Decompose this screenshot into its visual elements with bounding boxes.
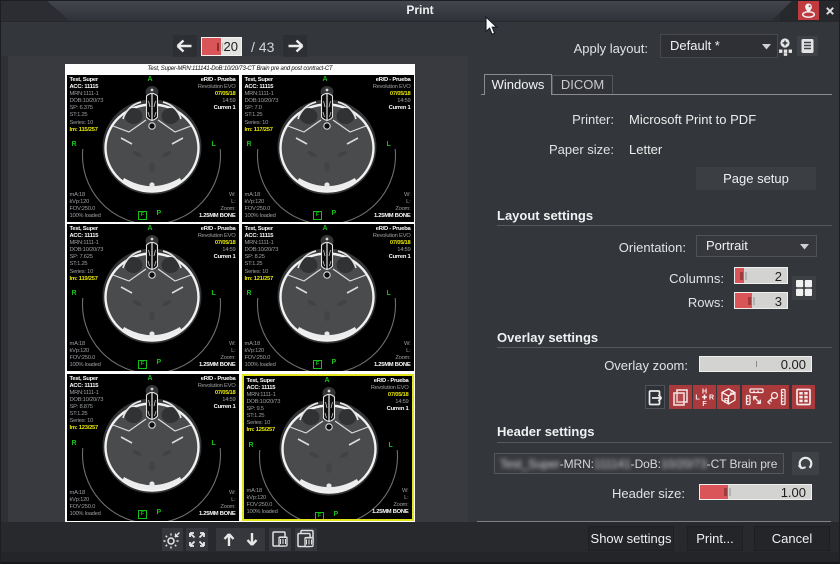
svg-text:R: R: [709, 395, 714, 402]
svg-text:H: H: [702, 389, 707, 396]
svg-text:L: L: [695, 395, 700, 402]
svg-text:A: A: [730, 390, 735, 397]
svg-text:F: F: [702, 401, 707, 408]
svg-text:R: R: [724, 398, 729, 405]
